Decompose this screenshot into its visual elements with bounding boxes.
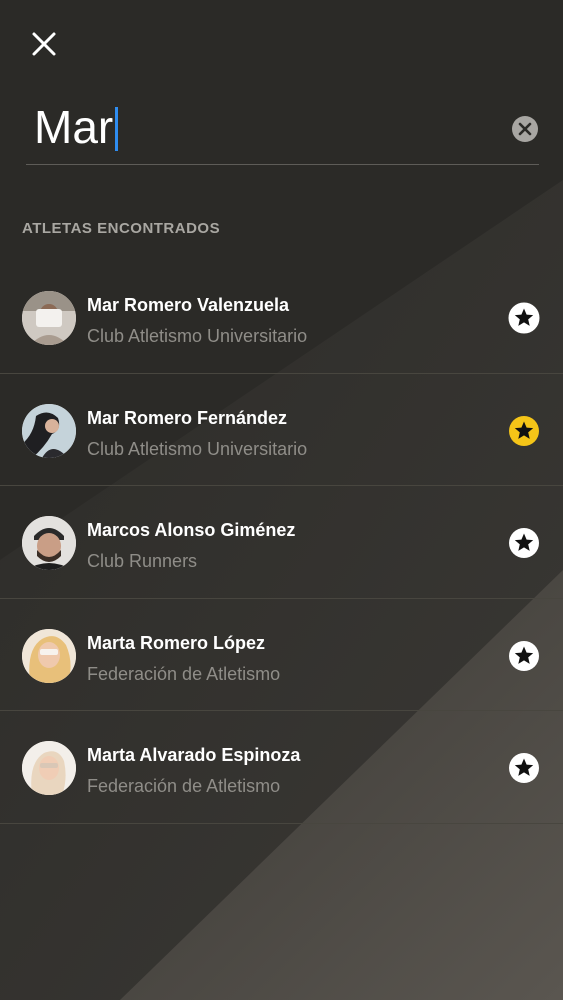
athlete-name: Marcos Alonso Giménez [87, 520, 296, 540]
avatar [22, 741, 76, 795]
list-item[interactable]: Marcos Alonso Giménez Club Runners [0, 486, 563, 599]
search-input[interactable] [34, 99, 494, 155]
text-caret [115, 107, 118, 151]
favorite-button[interactable] [508, 752, 540, 784]
favorite-button[interactable] [508, 527, 540, 559]
athlete-name: Marta Alvarado Espinoza [87, 745, 301, 765]
section-label: ATLETAS ENCONTRADOS [22, 220, 221, 237]
search-bar [26, 95, 539, 165]
star-icon [508, 302, 540, 334]
clear-circle-icon [512, 116, 538, 142]
favorite-button[interactable] [508, 640, 540, 672]
favorite-button[interactable] [508, 302, 540, 334]
athlete-club: Federación de Atletismo [87, 663, 281, 684]
star-icon [509, 640, 539, 671]
avatar [22, 403, 76, 458]
athlete-club: Federación de Atletismo [87, 776, 281, 796]
close-button[interactable] [30, 30, 58, 58]
clear-search-button[interactable] [511, 115, 539, 143]
close-icon [32, 32, 56, 56]
athlete-club: Club Runners [87, 551, 198, 571]
star-icon [509, 415, 539, 446]
avatar [22, 291, 76, 345]
avatar [22, 516, 76, 570]
results-list: Mar Romero Valenzuela Club Atletismo Uni… [0, 261, 563, 824]
avatar [22, 628, 76, 683]
star-icon [509, 753, 539, 783]
athlete-name: Mar Romero Valenzuela [87, 295, 290, 315]
athlete-club: Club Atletismo Universitario [87, 438, 308, 459]
athlete-club: Club Atletismo Universitario [87, 326, 308, 346]
athlete-name: Marta Romero López [87, 632, 266, 653]
list-item[interactable]: Mar Romero Fernández Club Atletismo Univ… [0, 374, 563, 486]
list-item[interactable]: Mar Romero Valenzuela Club Atletismo Uni… [0, 261, 563, 374]
list-item[interactable]: Marta Romero López Federación de Atletis… [0, 599, 563, 711]
star-icon [509, 528, 539, 558]
favorite-button[interactable] [508, 415, 540, 447]
list-item[interactable]: Marta Alvarado Espinoza Federación de At… [0, 711, 563, 824]
athlete-name: Mar Romero Fernández [87, 407, 288, 428]
